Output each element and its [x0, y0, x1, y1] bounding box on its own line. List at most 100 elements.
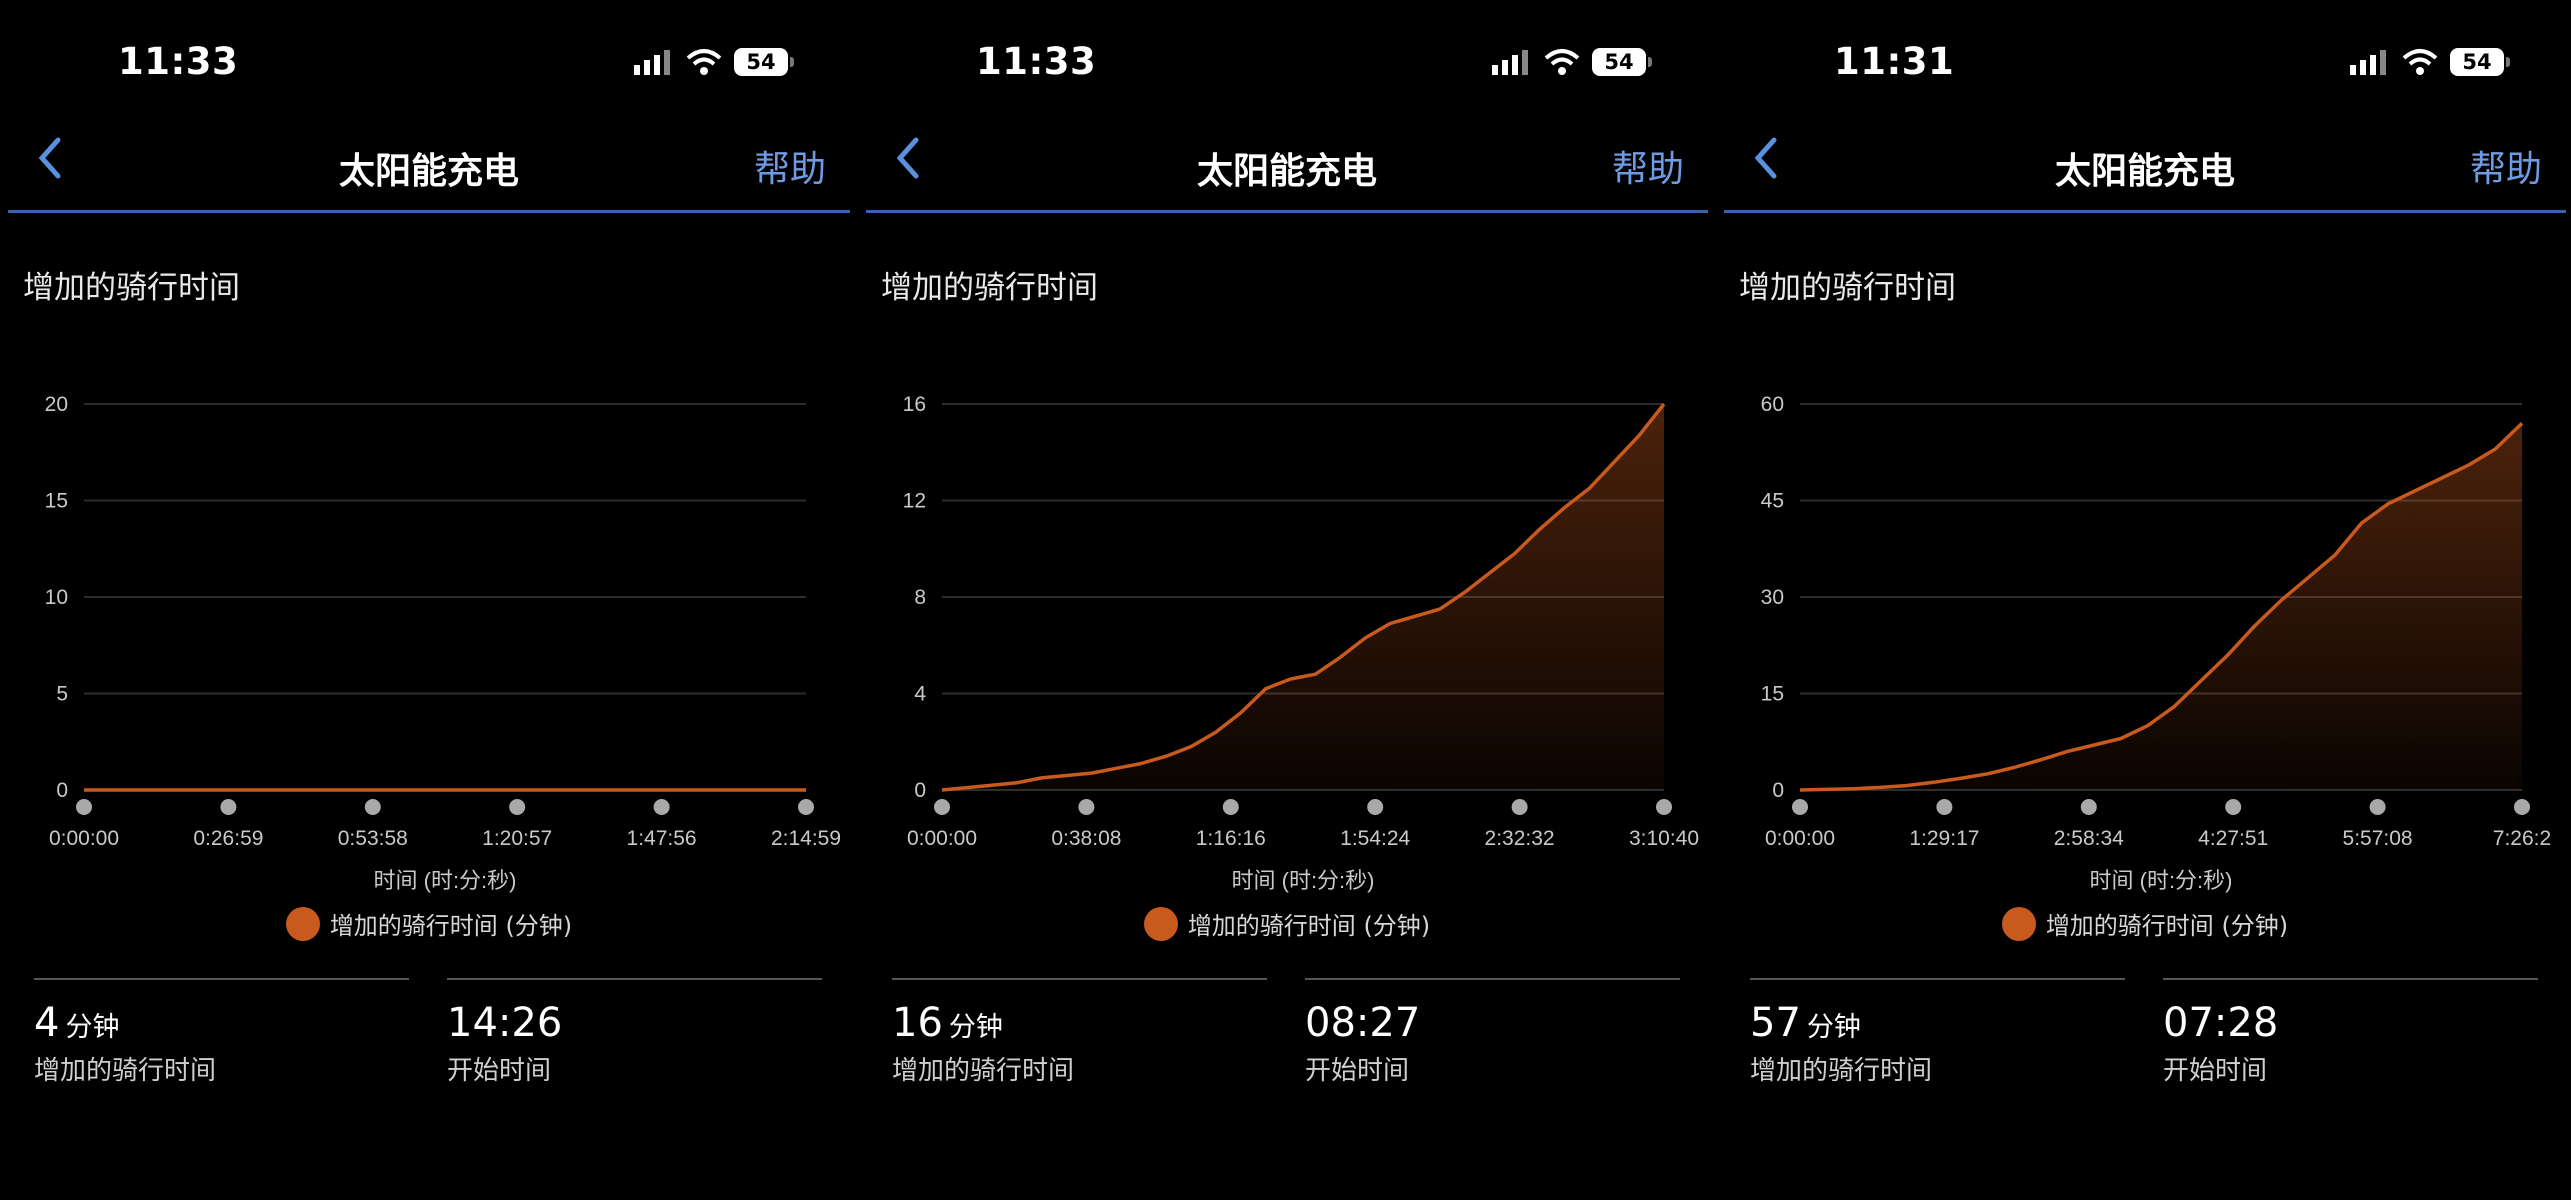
status-icons: 54	[1492, 46, 1652, 78]
cellular-signal-icon	[2350, 50, 2386, 75]
stat-unit: 分钟	[1806, 1012, 1861, 1043]
chart-legend[interactable]: 增加的骑行时间 (分钟)	[1716, 906, 2571, 941]
stat-label: 增加的骑行时间	[34, 1056, 217, 1086]
y-tick-label: 16	[903, 393, 926, 416]
x-tick-label: 2:14:59	[771, 827, 841, 850]
help-button[interactable]: 帮助	[2470, 140, 2542, 192]
section-title: 增加的骑行时间	[1739, 270, 1956, 306]
stat-label: 增加的骑行时间	[1750, 1056, 1933, 1086]
x-tick-label: 0:53:58	[338, 827, 408, 850]
x-tick-dot	[798, 799, 814, 815]
wifi-icon	[2402, 49, 2438, 75]
stat-label: 开始时间	[1305, 1056, 1410, 1086]
x-axis-label: 时间 (时:分:秒)	[1232, 868, 1375, 893]
status-time: 11:33	[118, 40, 239, 83]
page-title: 太阳能充电	[338, 151, 519, 192]
x-tick-label: 1:16:16	[1196, 827, 1266, 850]
x-tick-label: 2:32:32	[1485, 827, 1555, 850]
x-tick-dot	[1222, 799, 1239, 815]
y-tick-label: 0	[1772, 779, 1784, 802]
x-tick-dot	[2225, 799, 2242, 815]
x-tick-label: 0:00:00	[49, 827, 119, 850]
x-tick-dot	[509, 799, 526, 815]
y-tick-label: 30	[1761, 586, 1784, 609]
x-tick-label: 1:54:24	[1340, 827, 1410, 850]
help-button[interactable]: 帮助	[1612, 140, 1684, 192]
x-tick-label: 4:27:51	[2198, 827, 2268, 850]
stat-value: 57	[1750, 1000, 1801, 1046]
phone-screen-3: 11:31 54 太阳能充电 帮助 增加的骑行时间 0 15 30 45 60 0:00:…	[1716, 0, 2571, 1200]
nav-bar: 太阳能充电 帮助	[1724, 130, 2566, 213]
battery-icon: 54	[2450, 48, 2510, 76]
stat-value: 16	[892, 1000, 943, 1046]
x-tick-dot	[2080, 799, 2097, 815]
nav-bar: 太阳能充电 帮助	[866, 130, 1708, 213]
x-axis-label: 时间 (时:分:秒)	[374, 868, 517, 893]
y-tick-label: 4	[914, 683, 926, 706]
stat-value: 08:27	[1305, 1000, 1421, 1046]
page-title: 太阳能充电	[2054, 151, 2235, 192]
y-tick-label: 10	[45, 586, 68, 609]
battery-icon: 54	[734, 48, 794, 76]
wifi-icon	[1544, 49, 1580, 75]
x-tick-dot	[653, 799, 670, 815]
cellular-signal-icon	[1492, 50, 1528, 75]
stat-added-ride-time: 57 分钟 增加的骑行时间	[1750, 978, 2125, 1087]
stat-label: 增加的骑行时间	[892, 1056, 1075, 1086]
legend-swatch	[2001, 906, 2036, 941]
x-tick-dot	[220, 799, 237, 815]
status-icons: 54	[634, 46, 794, 78]
x-tick-label: 2:58:34	[2054, 827, 2124, 850]
legend-swatch	[1143, 906, 1178, 941]
stat-start-time: 14:26 开始时间	[447, 978, 822, 1087]
solar-charge-chart: 0 4 8 12 16 0:00:00 0:38:08 1:16:16 1:54:24 2:32:…	[903, 393, 1699, 893]
stat-start-time: 07:28 开始时间	[2163, 978, 2538, 1087]
stat-label: 开始时间	[447, 1056, 552, 1086]
stat-value: 4	[34, 1000, 60, 1046]
nav-bar: 太阳能充电 帮助	[8, 130, 850, 213]
stat-value: 14:26	[447, 1000, 563, 1046]
status-time: 11:33	[976, 40, 1097, 83]
stat-unit: 分钟	[65, 1012, 120, 1043]
y-tick-label: 60	[1761, 393, 1784, 416]
wifi-icon	[686, 49, 722, 75]
x-tick-dot	[1511, 799, 1528, 815]
x-tick-dot	[2369, 799, 2386, 815]
cellular-signal-icon	[634, 50, 670, 75]
legend-swatch	[285, 906, 320, 941]
y-tick-label: 5	[56, 683, 68, 706]
x-tick-label: 7:26:2	[2493, 827, 2551, 850]
x-tick-dot	[934, 799, 950, 815]
y-tick-label: 12	[903, 490, 926, 513]
stat-label: 开始时间	[2163, 1056, 2268, 1086]
status-bar: 11:31 54	[1716, 40, 2571, 90]
section-title: 增加的骑行时间	[881, 270, 1098, 306]
chart-legend[interactable]: 增加的骑行时间 (分钟)	[858, 906, 1716, 941]
x-tick-label: 1:47:56	[627, 827, 697, 850]
x-tick-dot	[2514, 799, 2530, 815]
page-title: 太阳能充电	[1196, 151, 1377, 192]
stat-added-ride-time: 4 分钟 增加的骑行时间	[34, 978, 409, 1087]
status-time: 11:31	[1834, 40, 1955, 83]
y-tick-label: 15	[1761, 683, 1784, 706]
help-button[interactable]: 帮助	[754, 140, 826, 192]
stat-added-ride-time: 16 分钟 增加的骑行时间	[892, 978, 1267, 1087]
status-bar: 11:33 54	[858, 40, 1716, 90]
stat-unit: 分钟	[948, 1012, 1003, 1043]
battery-icon: 54	[1592, 48, 1652, 76]
x-tick-label: 0:26:59	[193, 827, 263, 850]
x-tick-dot	[1792, 799, 1808, 815]
legend-label: 增加的骑行时间 (分钟)	[1187, 912, 1431, 940]
x-axis-label: 时间 (时:分:秒)	[2090, 868, 2233, 893]
x-tick-label: 0:00:00	[1765, 827, 1835, 850]
x-tick-label: 0:38:08	[1051, 827, 1121, 850]
section-title: 增加的骑行时间	[23, 270, 240, 306]
stat-value: 07:28	[2163, 1000, 2279, 1046]
y-tick-label: 15	[45, 490, 68, 513]
phone-screen-1: 11:33 54 太阳能充电 帮助 增加的骑行时间 0 5 10 15 20 0:00:0…	[0, 0, 858, 1200]
status-icons: 54	[2350, 46, 2510, 78]
y-tick-label: 8	[914, 586, 926, 609]
chart-legend[interactable]: 增加的骑行时间 (分钟)	[0, 906, 858, 941]
x-tick-label: 0:00:00	[907, 827, 977, 850]
solar-charge-chart: 0 5 10 15 20 0:00:00 0:26:59 0:53:58 1:20:57 1:47…	[45, 393, 841, 893]
